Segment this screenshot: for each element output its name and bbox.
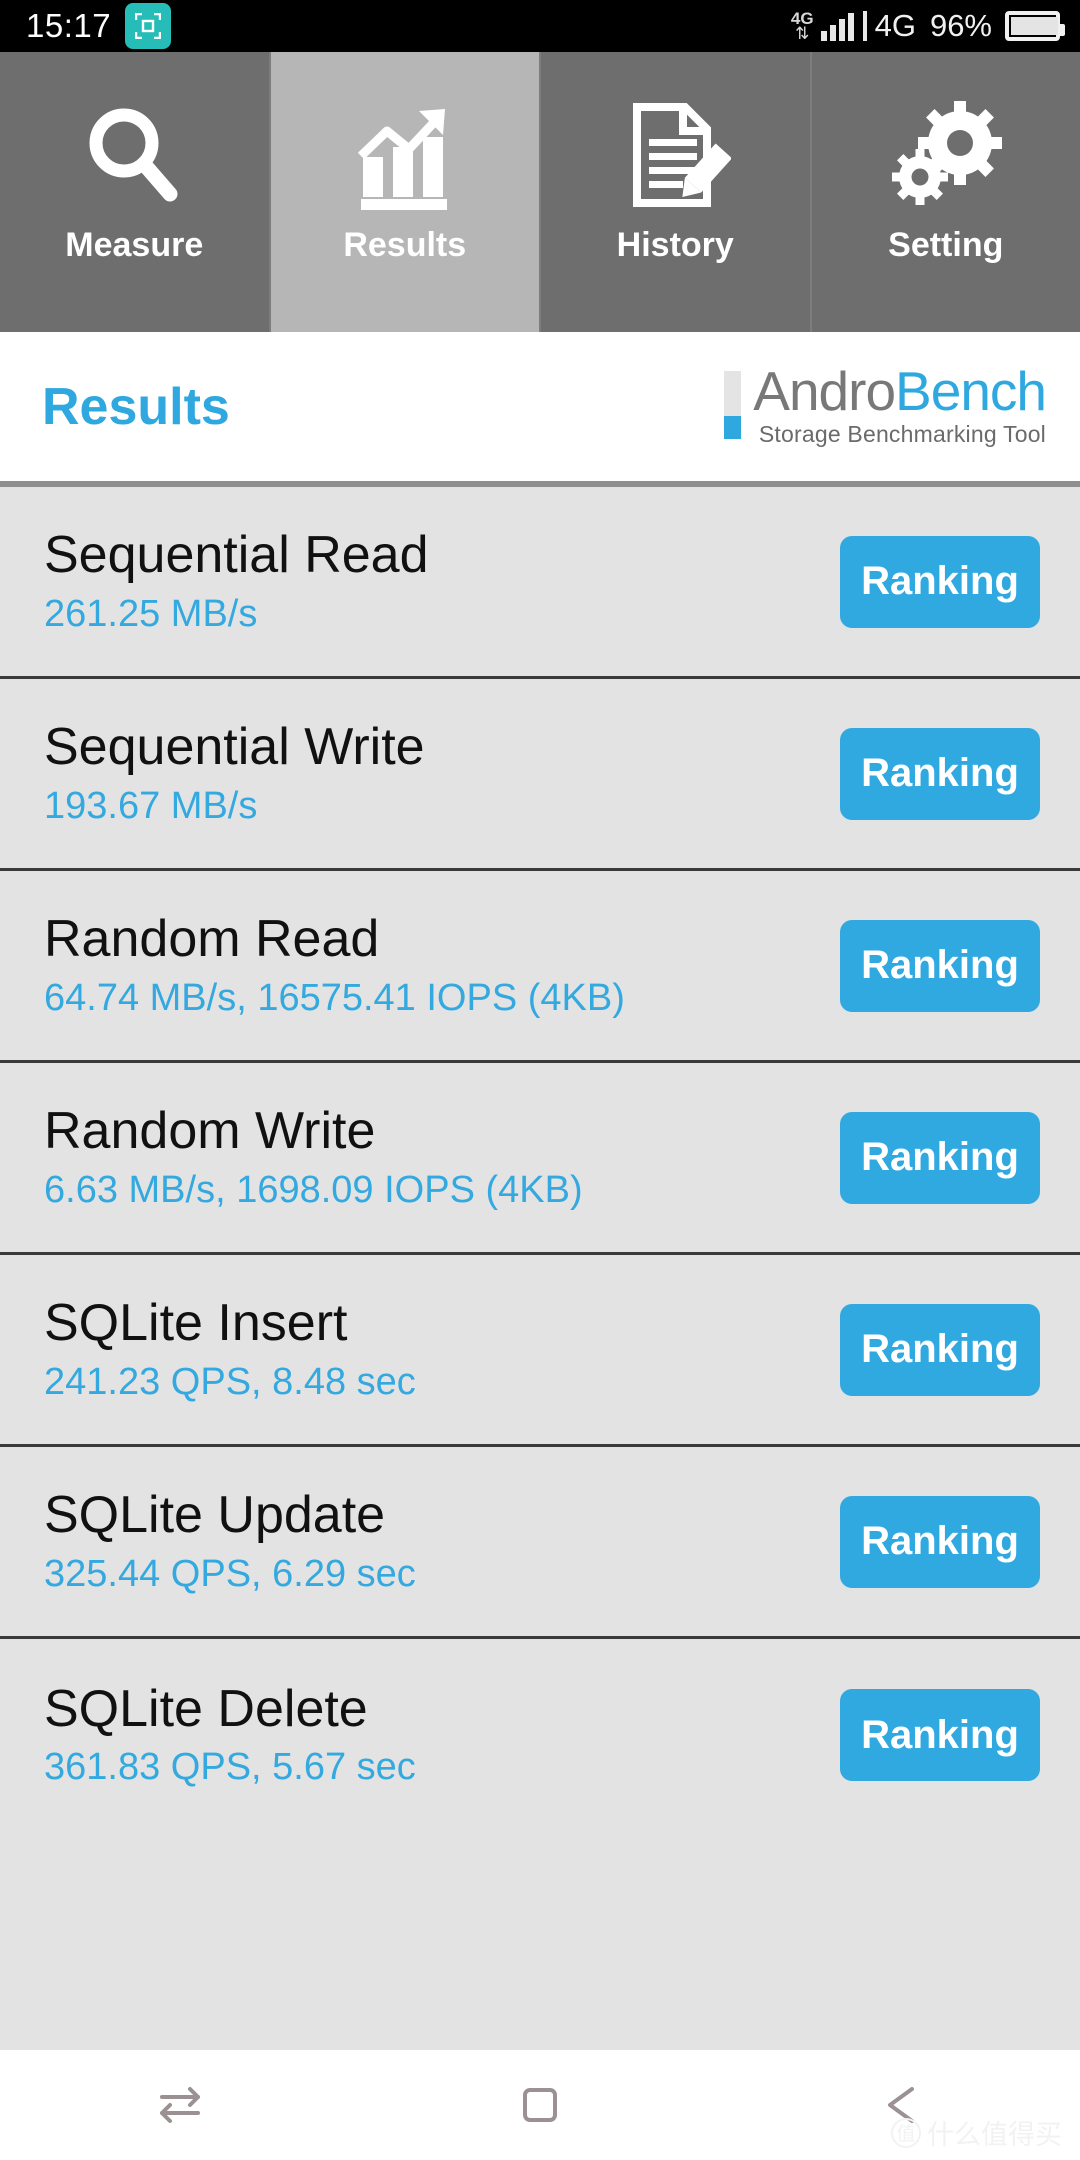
status-bar: 15:17 4G ⇅ 4G 96%: [0, 0, 1080, 52]
row-title: Sequential Write: [44, 718, 425, 777]
row-value: 193.67 MB/s: [44, 784, 258, 827]
network-label: 4G: [874, 8, 916, 43]
switch-apps-icon[interactable]: [120, 2065, 240, 2145]
row-texts: Sequential Read 261.25 MB/s: [44, 528, 840, 634]
table-row[interactable]: SQLite Delete 361.83 QPS, 5.67 sec Ranki…: [0, 1639, 1080, 1831]
ranking-button[interactable]: Ranking: [840, 1303, 1040, 1396]
ranking-button[interactable]: Ranking: [840, 1495, 1040, 1588]
ranking-button[interactable]: Ranking: [840, 1689, 1040, 1781]
screen-capture-glyph: [135, 13, 162, 39]
tab-label: Results: [343, 226, 467, 264]
logo-text: AndroBench Storage Benchmarking Tool: [753, 363, 1047, 449]
watermark-mark: 值: [891, 2117, 921, 2148]
row-title: Random Write: [44, 1102, 376, 1161]
tab-label: Measure: [65, 226, 204, 264]
row-texts: SQLite Update 325.44 QPS, 6.29 sec: [44, 1488, 840, 1594]
magnifier-icon: [78, 90, 190, 220]
row-texts: Random Read 64.74 MB/s, 16575.41 IOPS (4…: [44, 912, 840, 1018]
status-time: 15:17: [26, 7, 112, 44]
logo-word-part2: Bench: [895, 359, 1047, 422]
tab-measure[interactable]: Measure: [0, 52, 271, 332]
table-row[interactable]: Sequential Write 193.67 MB/s Ranking: [0, 679, 1080, 871]
logo-bar-icon: [724, 370, 742, 439]
androbench-logo: AndroBench Storage Benchmarking Tool: [724, 363, 1047, 449]
row-value: 64.74 MB/s, 16575.41 IOPS (4KB): [44, 976, 625, 1019]
results-list[interactable]: Sequential Read 261.25 MB/s Ranking Sequ…: [0, 484, 1080, 2050]
row-value: 261.25 MB/s: [44, 592, 258, 635]
row-texts: Random Write 6.63 MB/s, 1698.09 IOPS (4K…: [44, 1104, 840, 1210]
row-texts: Sequential Write 193.67 MB/s: [44, 720, 840, 826]
row-title: Random Read: [44, 910, 380, 969]
signal-bars-icon: [820, 11, 854, 41]
table-row[interactable]: Random Write 6.63 MB/s, 1698.09 IOPS (4K…: [0, 1063, 1080, 1255]
tab-label: History: [616, 226, 734, 264]
row-texts: SQLite Delete 361.83 QPS, 5.67 sec: [44, 1682, 840, 1788]
row-title: SQLite Insert: [44, 1294, 348, 1353]
row-value: 325.44 QPS, 6.29 sec: [44, 1552, 416, 1595]
table-row[interactable]: Random Read 64.74 MB/s, 16575.41 IOPS (4…: [0, 871, 1080, 1063]
battery-icon: [1005, 11, 1065, 41]
table-row[interactable]: Sequential Read 261.25 MB/s Ranking: [0, 487, 1080, 679]
tab-setting[interactable]: Setting: [811, 52, 1080, 332]
tab-history[interactable]: History: [541, 52, 812, 332]
home-square-icon[interactable]: [480, 2065, 600, 2145]
row-title: SQLite Update: [44, 1486, 386, 1545]
app-header: Results AndroBench Storage Benchmarking …: [0, 332, 1080, 484]
ranking-button[interactable]: Ranking: [840, 727, 1040, 820]
signal-divider: [862, 11, 867, 41]
main-tab-bar: Measure Results History Setting: [0, 52, 1080, 332]
table-row[interactable]: SQLite Insert 241.23 QPS, 8.48 sec Ranki…: [0, 1255, 1080, 1447]
watermark: 值 什么值得买: [891, 2113, 1062, 2152]
row-texts: SQLite Insert 241.23 QPS, 8.48 sec: [44, 1296, 840, 1402]
ranking-button[interactable]: Ranking: [840, 1111, 1040, 1204]
battery-percent: 96%: [929, 8, 992, 43]
logo-tagline: Storage Benchmarking Tool: [758, 421, 1046, 448]
row-value: 241.23 QPS, 8.48 sec: [44, 1360, 416, 1403]
screen-capture-icon: [125, 3, 172, 49]
data-updown-icon: 4G ⇅: [790, 9, 814, 43]
gears-icon: [890, 90, 1002, 220]
table-row[interactable]: SQLite Update 325.44 QPS, 6.29 sec Ranki…: [0, 1447, 1080, 1639]
tab-label: Setting: [888, 226, 1004, 264]
row-title: Sequential Read: [44, 526, 429, 585]
watermark-text: 什么值得买: [927, 2120, 1062, 2150]
status-right-group: 4G ⇅ 4G 96%: [790, 8, 1065, 44]
tab-results[interactable]: Results: [270, 52, 541, 332]
logo-word-part1: Andro: [753, 359, 896, 422]
ranking-button[interactable]: Ranking: [840, 535, 1040, 628]
system-navigation-bar: 值 什么值得买: [0, 2050, 1080, 2160]
bar-chart-growth-icon: [349, 90, 461, 220]
row-title: SQLite Delete: [44, 1679, 368, 1738]
logo-wordmark: AndroBench: [753, 363, 1047, 419]
row-value: 6.63 MB/s, 1698.09 IOPS (4KB): [44, 1168, 583, 1211]
page-title: Results: [42, 377, 230, 436]
row-value: 361.83 QPS, 5.67 sec: [44, 1746, 416, 1789]
document-pencil-icon: [619, 90, 732, 220]
ranking-button[interactable]: Ranking: [840, 919, 1040, 1012]
